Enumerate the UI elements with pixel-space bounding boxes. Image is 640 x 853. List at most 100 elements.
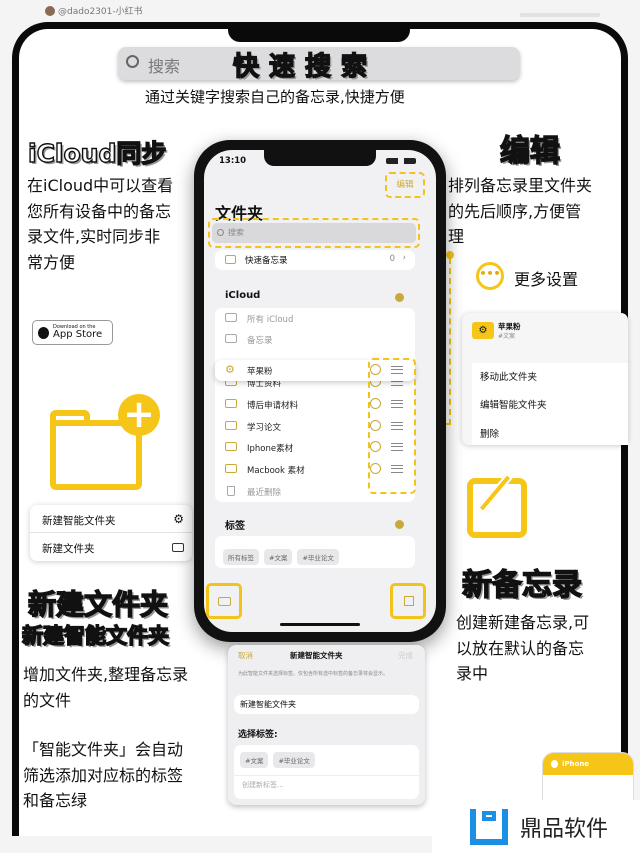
menu-item-edit-smart-folder[interactable]: 编辑智能文件夹 <box>480 397 547 411</box>
new-folder-text: 增加文件夹,整理备忘录 的文件 「智能文件夹」会自动 筛选添加对应标的标签 和备… <box>23 662 188 814</box>
text-line: 的先后顺序,方便管 <box>448 201 582 221</box>
menu-item-move-folder[interactable]: 移动此文件夹 <box>480 369 537 383</box>
new-note-title: 新备忘录 <box>461 567 582 603</box>
edit-button[interactable]: 编辑 <box>385 172 425 198</box>
folder-label: 最近删除 <box>247 487 282 498</box>
tag-chip[interactable]: 所有标签 <box>223 549 259 565</box>
tag-chip[interactable]: #文案 <box>240 752 269 768</box>
folder-icon <box>225 464 237 473</box>
quick-notes-label: 快速备忘录 <box>245 256 288 266</box>
controls-highlight <box>368 358 416 494</box>
icloud-header: iCloud <box>225 290 261 301</box>
text-line: 您所有设备中的备忘 <box>27 201 172 221</box>
choose-tags-label: 选择标签: <box>238 730 278 740</box>
logo-mark-icon <box>470 808 508 845</box>
notes-app-screen: 13:10 编辑 文件夹 搜索 快速备忘录 0 › iCloud 所有 iClo… <box>204 150 436 632</box>
new-folder-menu: 新建智能文件夹 ⚙ 新建文件夹 <box>30 505 192 561</box>
search-section-title: 快速搜索 <box>232 51 378 82</box>
folder-label: 备忘录 <box>247 335 273 346</box>
status-icons <box>386 158 416 164</box>
text-line: 常方便 <box>27 252 76 272</box>
badge-big-text: App Store <box>53 329 103 340</box>
folder-label: 学习论文 <box>247 422 282 433</box>
folder-icon <box>225 399 237 408</box>
text-line: 和备忘绿 <box>23 791 88 810</box>
new-smart-folder-title: 新建智能文件夹 <box>21 623 169 648</box>
folder-icon <box>172 543 184 552</box>
notes-icon-label: iPhone <box>562 760 590 768</box>
new-folder-button[interactable] <box>206 583 242 619</box>
gear-icon: ⚙ <box>225 363 235 376</box>
text-line: 的文件 <box>23 690 72 710</box>
text-line: 排列备忘录里文件夹 <box>448 176 593 195</box>
more-options-label: 更多设置 <box>514 270 579 289</box>
watermark-user: @dado2301-小红书 <box>45 4 143 17</box>
compose-icon <box>404 596 414 606</box>
menu-item-delete[interactable]: 删除 <box>480 426 499 440</box>
folder-name-input[interactable]: 新建智能文件夹 <box>234 695 419 714</box>
folder-icon <box>225 313 237 322</box>
folder-icon <box>225 421 237 430</box>
text-line: 录文件,实时同步非 <box>27 227 161 246</box>
tag-chip[interactable]: #毕业论文 <box>297 549 339 565</box>
search-icon <box>126 55 139 68</box>
folder-icon <box>225 442 237 451</box>
sheet-tags-card: #文案 #毕业论文 创建新标签... <box>234 745 419 799</box>
tags-card: 所有标签 #文案 #毕业论文 <box>215 536 415 568</box>
text-line: 录中 <box>456 664 489 683</box>
new-tag-input[interactable]: 创建新标签... <box>234 776 419 794</box>
folder-label: Iphone素材 <box>247 443 294 454</box>
folder-label: 所有 iCloud <box>247 314 294 325</box>
icloud-section-title: iCloud同步 <box>27 138 167 168</box>
apple-icon <box>38 326 49 339</box>
chevron-right-icon: › <box>402 253 406 263</box>
folder-plus-icon <box>218 597 231 606</box>
text-line: 以放在默认的备忘 <box>456 638 585 658</box>
more-options-icon: ••• <box>476 262 504 290</box>
pencil-decoration <box>520 13 600 17</box>
new-note-text: 创建新建备忘录,可 以放在默认的备忘 录中 <box>456 610 589 687</box>
menu-item-label: 新建智能文件夹 <box>42 515 116 527</box>
menu-item-new-folder[interactable]: 新建文件夹 <box>30 533 192 561</box>
sheet-title: 新建智能文件夹 <box>290 651 343 660</box>
text-line: 在iCloud中可以查看 <box>27 176 174 195</box>
menu-item-new-smart-folder[interactable]: 新建智能文件夹 ⚙ <box>30 505 192 533</box>
app-store-badge[interactable]: Download on the App Store <box>32 320 113 345</box>
folder-label: 苹果粉 <box>247 366 273 377</box>
text-line: 创建新建备忘录,可 <box>456 613 590 632</box>
quick-notes-row[interactable]: 快速备忘录 0 › <box>215 250 415 270</box>
smart-folder-icon: ⚙ <box>472 322 494 339</box>
quick-notes-count: 0 <box>389 254 395 264</box>
search-bar-illustration: 搜索 快速搜索 <box>118 47 520 83</box>
new-note-button[interactable] <box>390 583 426 619</box>
folder-context-menu: ⚙ 苹果粉 #文案 移动此文件夹 编辑智能文件夹 删除 <box>462 313 628 445</box>
ipad-camera-notch <box>228 22 410 42</box>
collapse-icon[interactable] <box>395 520 404 529</box>
tag-chip[interactable]: #毕业论文 <box>273 752 315 768</box>
folder-row[interactable]: 备忘录 <box>215 329 415 350</box>
folder-label: 博后申请材料 <box>247 400 299 411</box>
compose-icon <box>467 472 527 538</box>
sheet-description: 为此智能文件夹选择标签。仅包含所有选中标签的备忘录将会显示。 <box>238 671 389 677</box>
folder-row[interactable]: 所有 iCloud <box>215 308 415 329</box>
icloud-section-text: 在iCloud中可以查看 您所有设备中的备忘 录文件,实时同步非 常方便 <box>27 173 173 275</box>
trash-icon <box>227 486 235 496</box>
folder-icon <box>225 334 237 343</box>
search-placeholder: 搜索 <box>228 228 244 237</box>
new-folder-title: 新建文件夹 <box>27 587 169 621</box>
edit-section-text: 排列备忘录里文件夹 的先后顺序,方便管 理 <box>448 173 592 250</box>
search-placeholder: 搜索 <box>148 57 181 76</box>
collapse-icon[interactable] <box>395 293 404 302</box>
menu-item-label: 新建文件夹 <box>42 543 95 555</box>
apple-icon <box>551 760 558 768</box>
cancel-button[interactable]: 取消 <box>238 650 253 661</box>
context-folder-tag: #文案 <box>498 333 516 340</box>
done-button[interactable]: 完成 <box>398 650 413 661</box>
text-line: 筛选添加对应标的标签 <box>23 765 184 785</box>
text-line: 「智能文件夹」会自动 <box>23 740 184 759</box>
edit-section-title: 编辑 <box>499 133 560 169</box>
new-smart-folder-sheet: 取消 新建智能文件夹 完成 为此智能文件夹选择标签。仅包含所有选中标签的备忘录将… <box>228 645 425 805</box>
tag-chip[interactable]: #文案 <box>264 549 293 565</box>
logo-text: 鼎品软件 <box>520 816 609 842</box>
search-input[interactable]: 搜索 <box>212 223 416 243</box>
